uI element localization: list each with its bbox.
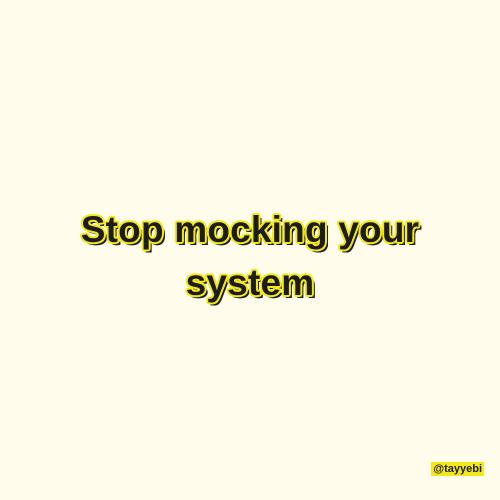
author-handle: @tayyebi [431, 462, 484, 476]
headline-line-1: Stop mocking your [80, 209, 420, 250]
post-card: Stop mocking your system @tayyebi [0, 0, 500, 500]
headline: Stop mocking your system [0, 203, 500, 309]
headline-line-2: system [185, 262, 315, 303]
